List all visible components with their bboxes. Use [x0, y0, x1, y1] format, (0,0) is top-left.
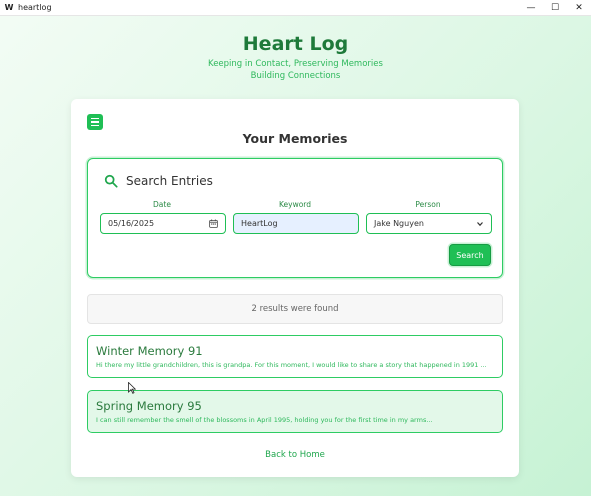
person-value: Jake Nguyen [374, 219, 424, 228]
minimize-button[interactable]: — [519, 0, 543, 16]
results-summary: 2 results were found [87, 294, 503, 324]
back-to-home-link[interactable]: Back to Home [71, 450, 519, 460]
close-button[interactable]: ✕ [567, 0, 591, 16]
search-button[interactable]: Search [449, 244, 491, 266]
hamburger-menu-button[interactable] [87, 114, 103, 130]
maximize-button[interactable]: ☐ [543, 0, 567, 16]
tagline-line1: Keeping in Contact, Preserving Memories [208, 59, 383, 69]
hamburger-icon-bar [91, 121, 99, 123]
memory-entry[interactable]: Spring Memory 95 I can still remember th… [87, 390, 503, 433]
hamburger-icon-bar [91, 118, 99, 120]
window-title: heartlog [18, 3, 52, 12]
memory-entry-title: Winter Memory 91 [96, 344, 203, 358]
search-icon [104, 174, 118, 188]
memory-entry-snippet: I can still remember the smell of the bl… [96, 416, 433, 424]
calendar-icon[interactable] [209, 219, 218, 228]
window-titlebar: W heartlog — ☐ ✕ [0, 0, 591, 16]
person-select[interactable]: Jake Nguyen [366, 213, 492, 234]
memories-card: Your Memories Search Entries Date Keywor… [71, 99, 519, 477]
app-icon: W [4, 2, 14, 12]
date-label: Date [153, 200, 171, 209]
chevron-down-icon [477, 221, 483, 226]
keyword-input[interactable]: HeartLog [233, 213, 359, 234]
person-label: Person [415, 200, 441, 209]
date-value: 05/16/2025 [108, 219, 155, 228]
tagline-line2: Building Connections [250, 71, 341, 81]
date-field[interactable]: 05/16/2025 [100, 213, 226, 234]
keyword-label: Keyword [278, 200, 312, 209]
page-title: Your Memories [242, 131, 348, 146]
mouse-cursor-icon [128, 382, 136, 394]
memory-entry[interactable]: Winter Memory 91 Hi there my little gran… [87, 335, 503, 378]
keyword-value: HeartLog [241, 219, 278, 228]
memory-entry-snippet: Hi there my little grandchildren, this i… [96, 361, 487, 369]
memory-entry-title: Spring Memory 95 [96, 399, 202, 413]
app-title: Heart Log [242, 33, 349, 55]
hamburger-icon-bar [91, 124, 99, 126]
search-title: Search Entries [126, 174, 213, 188]
search-panel: Search Entries Date Keyword Person 05/16… [87, 158, 503, 278]
